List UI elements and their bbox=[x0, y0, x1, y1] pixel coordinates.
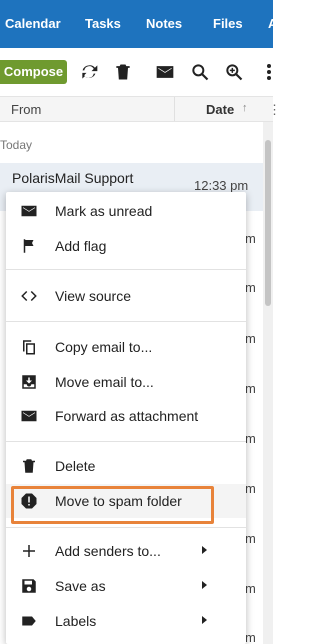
save-icon bbox=[20, 577, 38, 595]
menu-item-labels[interactable]: Labels bbox=[6, 604, 246, 638]
time-fragment: m bbox=[245, 431, 256, 446]
label-icon bbox=[20, 612, 38, 630]
column-options-icon[interactable]: ⋮ bbox=[268, 102, 281, 118]
time-fragment: m bbox=[245, 280, 256, 295]
submenu-arrow-icon bbox=[202, 546, 207, 554]
move-to-inbox-icon bbox=[20, 373, 38, 391]
trash-icon bbox=[20, 457, 38, 475]
flag-icon bbox=[20, 237, 38, 255]
nav-tasks[interactable]: Tasks bbox=[85, 16, 121, 31]
mail-toolbar: Compose bbox=[0, 48, 273, 96]
nav-notes[interactable]: Notes bbox=[146, 16, 182, 31]
sort-ascending-icon: ↑ bbox=[242, 102, 248, 114]
sender-name: PolarisMail Support bbox=[12, 170, 134, 186]
envelope-icon bbox=[20, 407, 38, 425]
list-scrollbar[interactable] bbox=[263, 122, 273, 644]
code-icon bbox=[20, 287, 38, 305]
menu-item-save-as[interactable]: Save as bbox=[6, 569, 246, 603]
context-menu: Mark as unread Add flag View source Copy… bbox=[6, 192, 246, 644]
envelope-icon bbox=[20, 202, 38, 220]
envelope-icon[interactable] bbox=[155, 62, 175, 82]
menu-divider bbox=[6, 527, 246, 528]
column-date-label: Date bbox=[206, 102, 235, 117]
menu-item-label: Mark as unread bbox=[55, 203, 153, 219]
time-fragment: m bbox=[245, 630, 256, 644]
message-time: 12:33 pm bbox=[194, 178, 249, 193]
spam-highlight-annotation bbox=[11, 486, 214, 524]
menu-item-delete[interactable]: Delete bbox=[6, 449, 246, 483]
nav-more-truncated[interactable]: A bbox=[268, 16, 277, 31]
zoom-in-icon[interactable] bbox=[224, 62, 244, 82]
menu-item-label: Save as bbox=[55, 578, 106, 594]
menu-item-label: Labels bbox=[55, 613, 97, 629]
menu-item-label: Delete bbox=[55, 458, 96, 474]
menu-item-label: Add flag bbox=[55, 238, 107, 254]
nav-files[interactable]: Files bbox=[213, 16, 243, 31]
column-from[interactable]: From bbox=[11, 102, 41, 117]
search-icon[interactable] bbox=[190, 62, 210, 82]
time-fragment: m bbox=[245, 381, 256, 396]
menu-divider bbox=[6, 269, 246, 270]
menu-item-label: Add senders to... bbox=[55, 543, 161, 559]
menu-item-add-flag[interactable]: Add flag bbox=[6, 229, 246, 263]
time-fragment: m bbox=[245, 581, 256, 596]
group-header-today: Today bbox=[0, 138, 33, 152]
menu-item-mark-unread[interactable]: Mark as unread bbox=[6, 194, 246, 228]
message-list-header: From Date ↑ ⋮ bbox=[0, 96, 281, 122]
time-fragment: m bbox=[245, 481, 256, 496]
refresh-icon[interactable] bbox=[79, 62, 99, 82]
menu-item-label: View source bbox=[55, 288, 132, 304]
column-date[interactable]: Date ↑ bbox=[174, 97, 260, 121]
menu-item-label: Copy email to... bbox=[55, 339, 153, 355]
nav-calendar[interactable]: Calendar bbox=[5, 16, 61, 31]
menu-item-add-senders[interactable]: Add senders to... bbox=[6, 534, 246, 568]
copy-icon bbox=[20, 338, 38, 356]
submenu-arrow-icon bbox=[202, 616, 207, 624]
compose-button[interactable]: Compose bbox=[0, 60, 67, 84]
menu-item-label: Move email to... bbox=[55, 374, 154, 390]
menu-item-label: Forward as attachment bbox=[55, 408, 199, 424]
menu-item-move-email[interactable]: Move email to... bbox=[6, 365, 246, 399]
menu-divider bbox=[6, 321, 246, 322]
plus-icon bbox=[20, 542, 38, 560]
menu-item-forward-attachment[interactable]: Forward as attachment bbox=[6, 399, 246, 433]
time-fragment: m bbox=[245, 231, 256, 246]
menu-divider bbox=[6, 441, 246, 442]
menu-item-view-source[interactable]: View source bbox=[6, 279, 246, 313]
submenu-arrow-icon bbox=[202, 581, 207, 589]
top-nav: Calendar Tasks Notes Files A bbox=[0, 0, 277, 48]
trash-icon[interactable] bbox=[113, 62, 133, 82]
more-vertical-icon[interactable] bbox=[265, 62, 273, 82]
scrollbar-thumb[interactable] bbox=[265, 140, 271, 306]
menu-item-copy-email[interactable]: Copy email to... bbox=[6, 330, 246, 364]
time-fragment: m bbox=[245, 531, 256, 546]
time-fragment: m bbox=[245, 331, 256, 346]
